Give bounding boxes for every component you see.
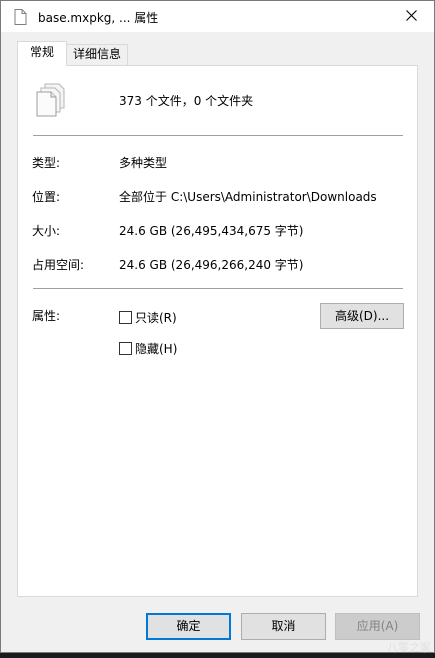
cancel-button[interactable]: 取消 [241, 613, 326, 640]
apply-button[interactable]: 应用(A) [335, 613, 420, 640]
divider [33, 135, 403, 136]
window-title: base.mxpkg, ... 属性 [38, 11, 159, 25]
tab-details[interactable]: 详细信息 [66, 44, 128, 65]
multiple-files-icon [35, 82, 69, 118]
properties-dialog: base.mxpkg, ... 属性 常规 详细信息 373 个文件，0 个文件… [0, 0, 435, 653]
readonly-checkbox-box[interactable] [119, 311, 132, 324]
selection-summary: 373 个文件，0 个文件夹 [119, 94, 254, 108]
readonly-checkbox[interactable]: 只读(R) [119, 309, 177, 326]
ok-button[interactable]: 确定 [146, 613, 231, 640]
hidden-checkbox[interactable]: 隐藏(H) [119, 340, 177, 357]
file-icon [11, 8, 29, 26]
hidden-checkbox-box[interactable] [119, 342, 132, 355]
tab-general[interactable]: 常规 [17, 41, 67, 66]
watermark: 八零之家 [387, 641, 431, 654]
close-button[interactable] [388, 1, 434, 32]
location-value: 全部位于 C:\Users\Administrator\Downloads [119, 190, 377, 204]
type-label: 类型: [32, 156, 61, 170]
general-panel: 373 个文件，0 个文件夹 类型: 多种类型 位置: 全部位于 C:\User… [17, 65, 418, 597]
attributes-label: 属性: [32, 309, 61, 323]
disk-size-value: 24.6 GB (26,496,266,240 字节) [119, 258, 304, 272]
size-value: 24.6 GB (26,495,434,675 字节) [119, 224, 304, 238]
readonly-label: 只读(R) [135, 311, 177, 325]
type-value: 多种类型 [119, 156, 168, 170]
disk-size-label: 占用空间: [32, 258, 85, 272]
hidden-label: 隐藏(H) [135, 342, 178, 356]
title-bar[interactable]: base.mxpkg, ... 属性 [1, 1, 434, 32]
location-label: 位置: [32, 190, 61, 204]
size-label: 大小: [32, 224, 61, 238]
advanced-button[interactable]: 高级(D)... [320, 303, 404, 329]
close-icon [405, 9, 417, 24]
divider [33, 288, 403, 289]
